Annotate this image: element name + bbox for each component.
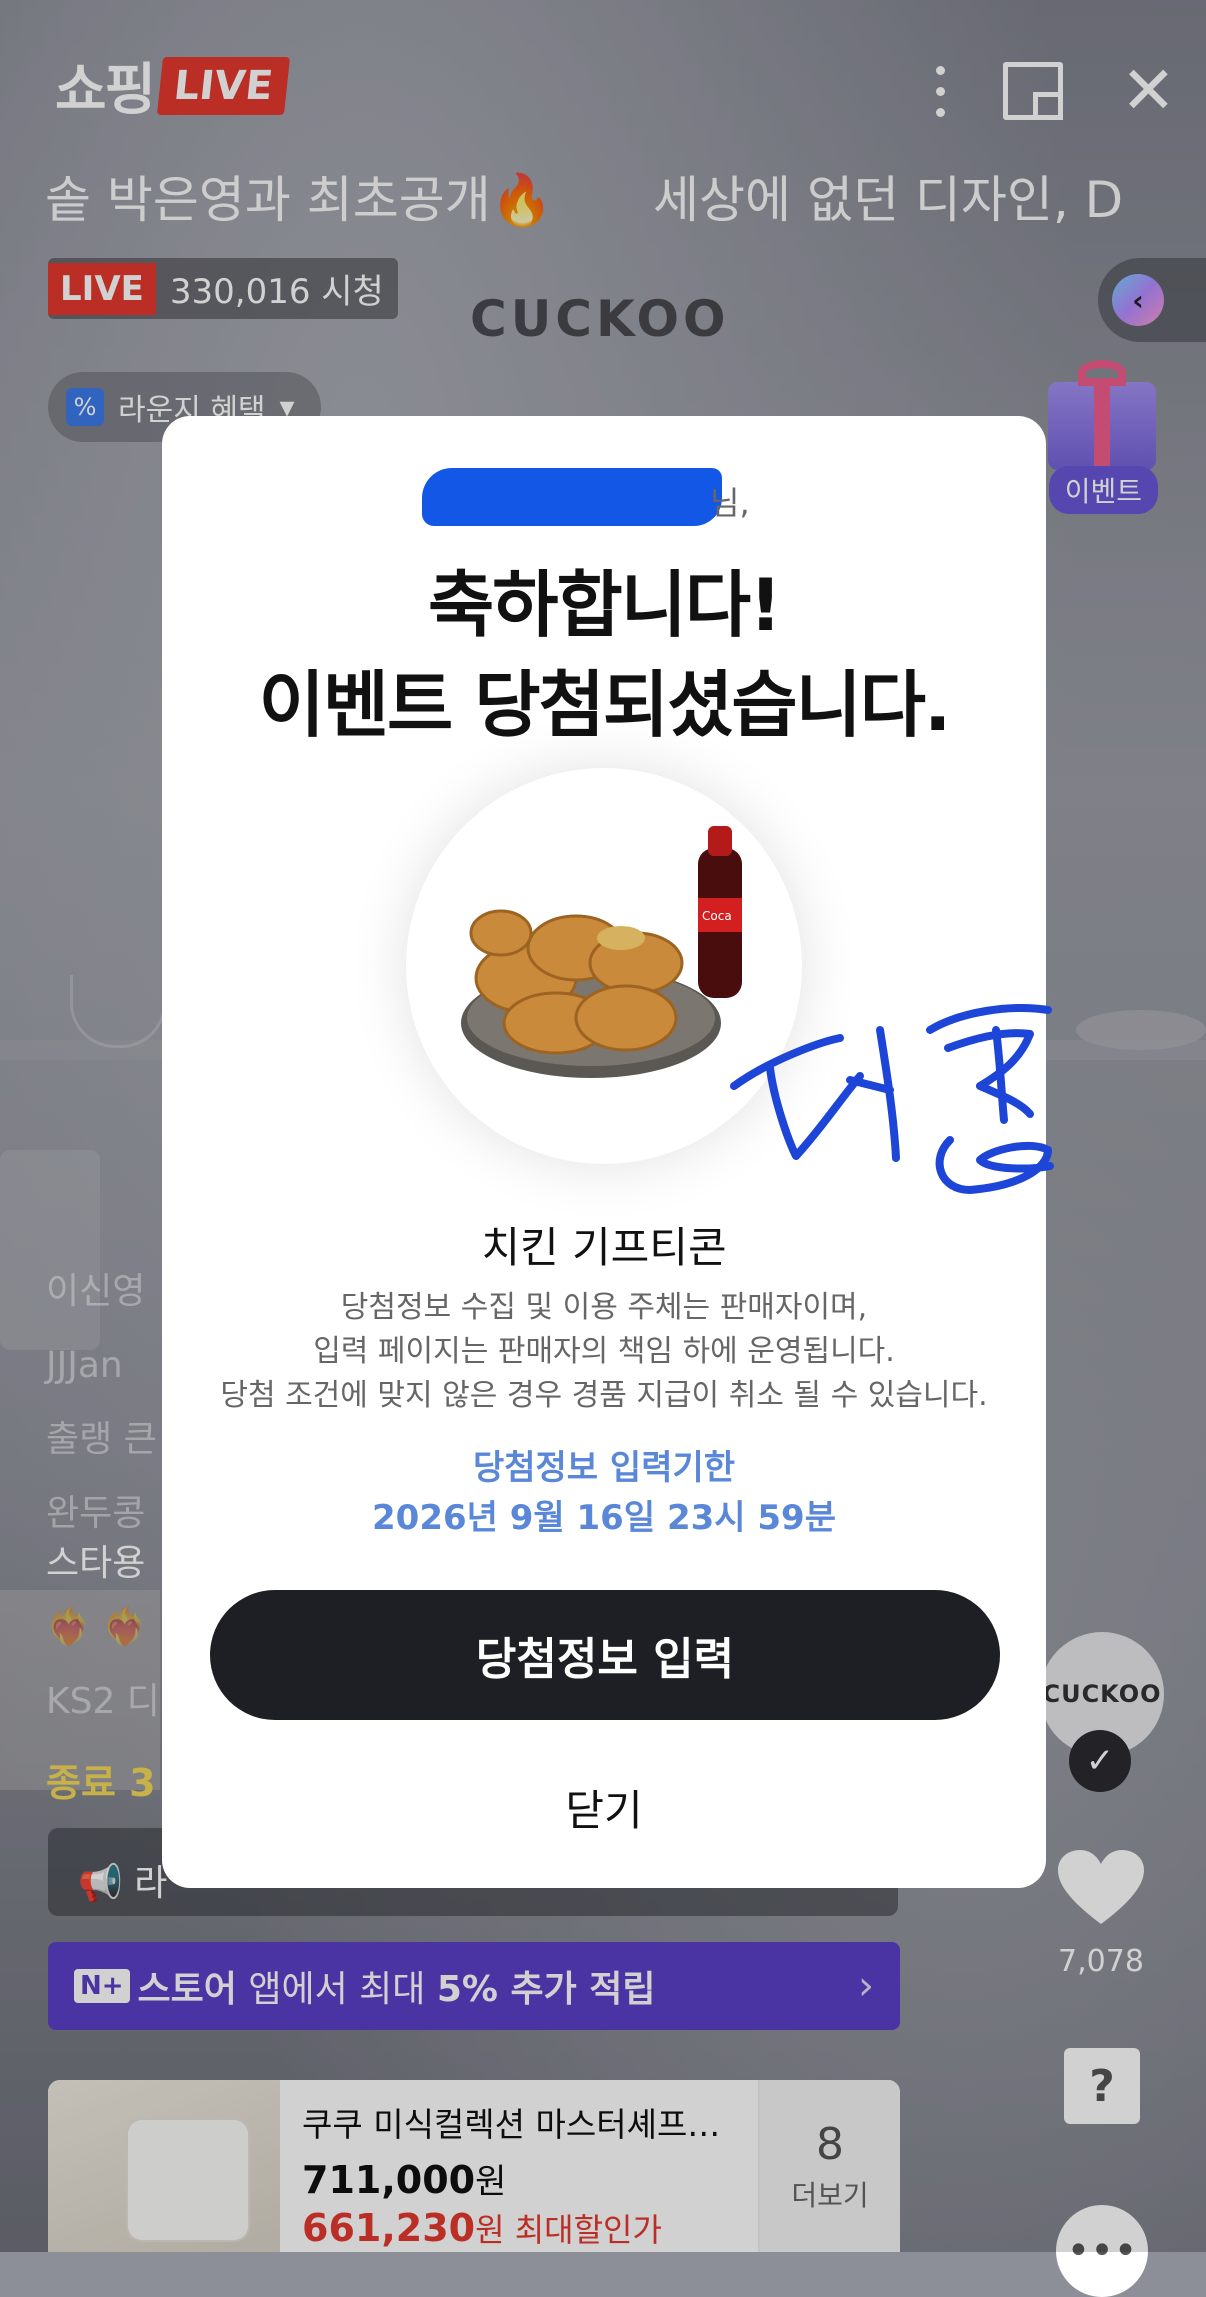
- disclaimer-line: 입력 페이지는 판매자의 책임 하에 운영됩니다.: [313, 1334, 895, 1369]
- handwritten-scribble: [730, 1004, 1054, 1194]
- deadline-date: 2026년 9월 16일 23시 59분: [372, 1498, 836, 1538]
- congrats-title: 축하합니다!: [427, 563, 782, 647]
- winner-title: 이벤트 당첨되셨습니다.: [258, 663, 952, 747]
- honorific: 님,: [710, 484, 750, 522]
- redacted-username: [422, 468, 722, 526]
- disclaimer-line: 당첨정보 수집 및 이용 주체는 판매자이며,: [340, 1290, 868, 1325]
- close-modal-button[interactable]: 닫기: [162, 1776, 1046, 1839]
- enter-winner-info-button[interactable]: 당첨정보 입력: [210, 1590, 1000, 1720]
- svg-text:Coca: Coca: [702, 909, 732, 923]
- deadline-label: 당첨정보 입력기한: [472, 1448, 736, 1488]
- disclaimer: 당첨정보 수집 및 이용 주체는 판매자이며, 입력 페이지는 판매자의 책임 …: [162, 1286, 1046, 1418]
- disclaimer-line: 당첨 조건에 맞지 않은 경우 경품 지급이 취소 될 수 있습니다.: [220, 1378, 988, 1413]
